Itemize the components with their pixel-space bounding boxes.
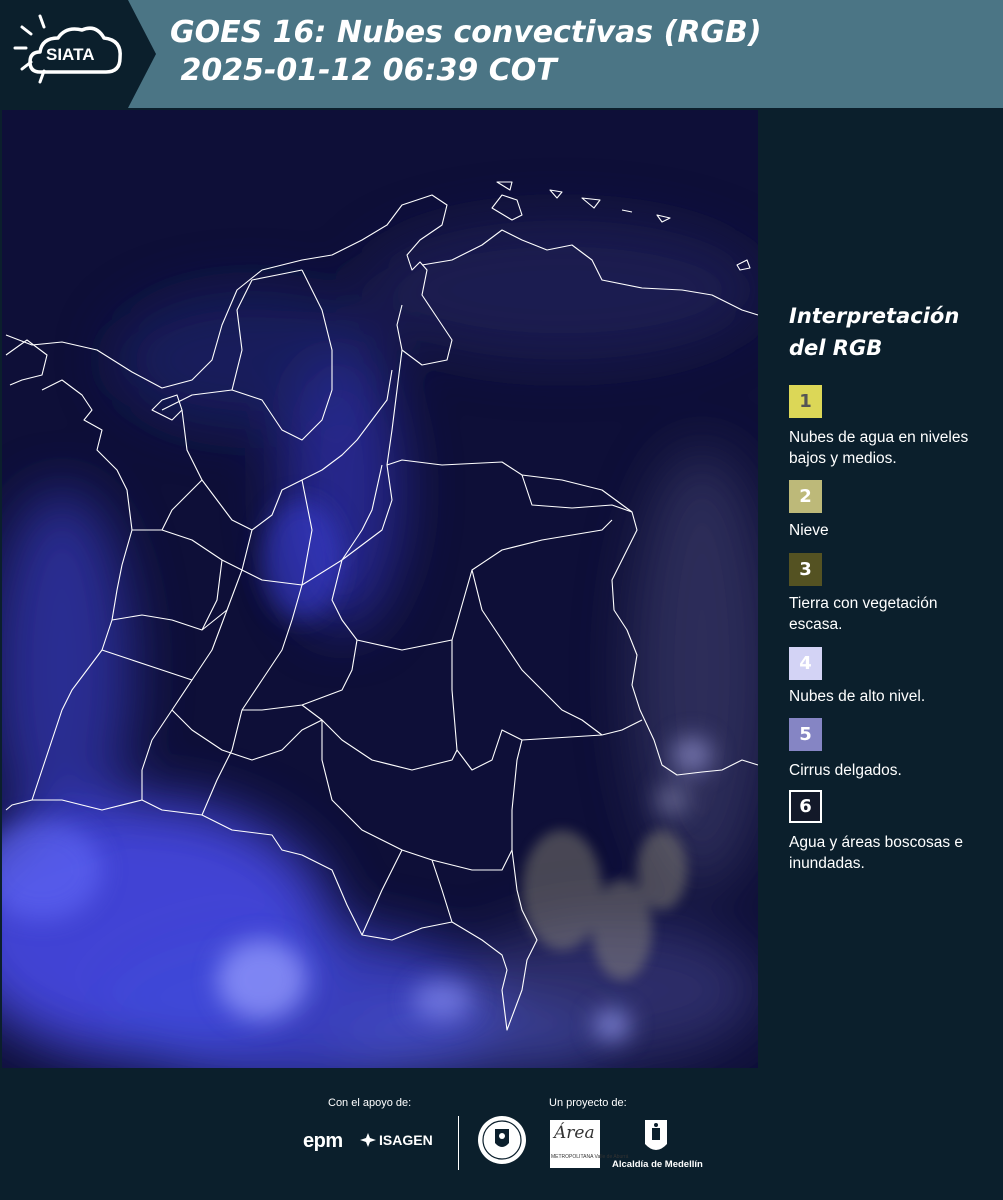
header-bar: SIATA GOES 16: Nubes convectivas (RGB) 2…	[0, 0, 1003, 108]
isagen-logo: ISAGEN	[360, 1132, 433, 1148]
alcaldia-text: Alcaldía de Medellín	[612, 1159, 703, 1170]
alcaldia-shield-icon	[645, 1120, 667, 1150]
legend-label-4: Nubes de alto nivel.	[789, 688, 926, 705]
support-label: Con el apoyo de:	[328, 1097, 412, 1109]
siata-logo: SIATA	[0, 0, 158, 108]
legend-label-6: Agua y áreas boscosas e inundadas.	[789, 834, 964, 872]
legend-label-3: Tierra con vegetación escasa.	[789, 595, 938, 633]
isagen-text: ISAGEN	[379, 1132, 433, 1148]
siata-logo-text: SIATA	[46, 45, 94, 64]
area-metropolitana-logo: Área METROPOLITANA Valle de Aburrá	[550, 1120, 628, 1168]
legend-label-5: Cirrus delgados.	[789, 762, 902, 779]
medellin-seal-icon	[478, 1116, 526, 1164]
legend-swatch-5: 5	[789, 718, 822, 751]
legend-swatch-4: 4	[789, 647, 822, 680]
legend-swatch-6: 6	[789, 790, 822, 823]
legend-swatch-1: 1	[789, 385, 822, 418]
legend-swatch-3: 3	[789, 553, 822, 586]
legend-label-2: Nieve	[789, 522, 829, 539]
epm-logo: epm	[303, 1130, 343, 1152]
legend-label-1: Nubes de agua en niveles bajos y medios.	[789, 429, 969, 467]
footer: Con el apoyo de: Un proyecto de: epm ISA…	[0, 1070, 1003, 1200]
legend-panel: Interpretación del RGB 1 Nubes de agua e…	[789, 300, 989, 872]
page-title: GOES 16: Nubes convectivas (RGB) 2025-01…	[170, 15, 762, 88]
area-logo-text: Área	[554, 1123, 595, 1143]
legend-title: Interpretación del RGB	[789, 304, 960, 360]
project-label: Un proyecto de:	[549, 1097, 627, 1109]
footer-divider	[458, 1116, 459, 1170]
isagen-icon	[360, 1133, 376, 1147]
legend-swatch-2: 2	[789, 480, 822, 513]
satellite-map	[2, 110, 758, 1068]
